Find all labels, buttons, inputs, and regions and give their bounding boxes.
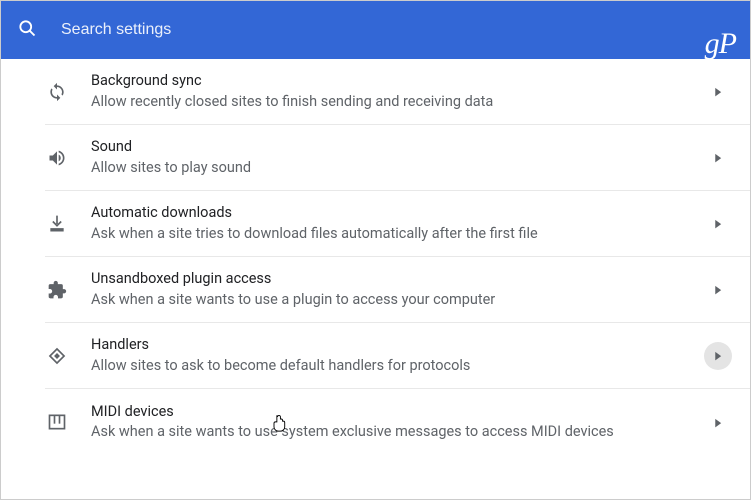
sound-icon: [45, 148, 69, 168]
settings-row-midi[interactable]: MIDI devicesAsk when a site wants to use…: [45, 389, 750, 455]
search-header: gP: [1, 1, 750, 59]
row-text: Automatic downloadsAsk when a site tries…: [91, 203, 704, 244]
chevron-right-icon: ▶: [704, 78, 732, 106]
settings-row-handlers[interactable]: HandlersAllow sites to ask to become def…: [45, 323, 750, 389]
row-title: MIDI devices: [91, 402, 704, 422]
row-text: Background syncAllow recently closed sit…: [91, 71, 704, 112]
settings-row-sound[interactable]: SoundAllow sites to play sound▶: [45, 125, 750, 191]
row-text: HandlersAllow sites to ask to become def…: [91, 335, 704, 376]
row-description: Allow recently closed sites to finish se…: [91, 92, 704, 112]
row-description: Ask when a site wants to use system excl…: [91, 422, 704, 442]
settings-row-plugin[interactable]: Unsandboxed plugin accessAsk when a site…: [45, 257, 750, 323]
settings-list: Background syncAllow recently closed sit…: [1, 59, 750, 455]
row-text: SoundAllow sites to play sound: [91, 137, 704, 178]
row-text: MIDI devicesAsk when a site wants to use…: [91, 402, 704, 443]
chevron-right-icon: ▶: [704, 210, 732, 238]
handlers-icon: [45, 346, 69, 366]
row-text: Unsandboxed plugin accessAsk when a site…: [91, 269, 704, 310]
chevron-right-icon: ▶: [704, 342, 732, 370]
row-description: Ask when a site wants to use a plugin to…: [91, 290, 704, 310]
row-description: Allow sites to play sound: [91, 158, 704, 178]
brand-watermark: gP: [705, 27, 736, 61]
search-icon: [17, 18, 37, 42]
row-title: Sound: [91, 137, 704, 157]
row-title: Handlers: [91, 335, 704, 355]
sync-icon: [45, 82, 69, 102]
row-title: Background sync: [91, 71, 704, 91]
search-input[interactable]: [61, 21, 361, 39]
row-title: Automatic downloads: [91, 203, 704, 223]
settings-row-sync[interactable]: Background syncAllow recently closed sit…: [45, 59, 750, 125]
row-description: Ask when a site tries to download files …: [91, 224, 704, 244]
midi-icon: [45, 412, 69, 432]
chevron-right-icon: ▶: [704, 144, 732, 172]
chevron-right-icon: ▶: [704, 276, 732, 304]
settings-row-download[interactable]: Automatic downloadsAsk when a site tries…: [45, 191, 750, 257]
download-icon: [45, 214, 69, 234]
plugin-icon: [45, 280, 69, 300]
chevron-right-icon: ▶: [704, 408, 732, 436]
row-title: Unsandboxed plugin access: [91, 269, 704, 289]
row-description: Allow sites to ask to become default han…: [91, 356, 704, 376]
